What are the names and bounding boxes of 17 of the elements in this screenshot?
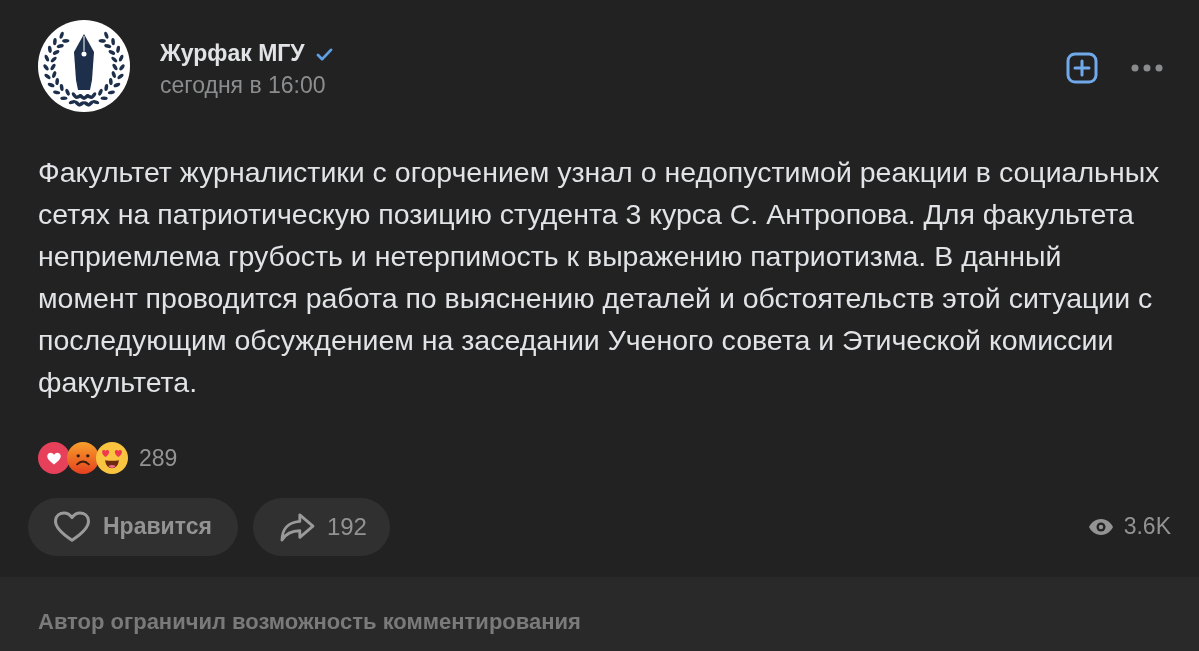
eye-icon: [1087, 517, 1114, 536]
more-dots-icon: [1131, 64, 1163, 72]
views-count: 3.6K: [1123, 512, 1171, 542]
share-button[interactable]: 192: [252, 497, 390, 556]
like-button[interactable]: Нравится: [28, 497, 238, 556]
post-text: Факультет журналистики с огорчением узнал о недопустимой реакции в социальных сетях на патриотическую позицию студента 3 курса С. Антропова. Для факультета неприемлема грубость и нетерпимость к выражению патриотизма. В данный момент проводится работа по выяснению деталей и обстоятельств этой ситуации с последующим обсуждением на заседании Ученого совета и Этической комиссии факультета.: [38, 155, 1161, 400]
comments-disabled-notice: Автор ограничил возможность комментирования: [38, 607, 581, 636]
author-name[interactable]: Журфак МГУ: [160, 38, 305, 68]
heart-emoji-icon: [38, 442, 70, 475]
plus-square-icon: [1066, 52, 1098, 84]
post-time[interactable]: сегодня в 16:00: [160, 71, 333, 99]
heart-eyes-emoji-icon: [96, 442, 128, 475]
heart-icon: [53, 510, 91, 543]
share-arrow-icon: [278, 511, 315, 542]
sad-face-emoji-icon: [67, 442, 99, 475]
reactions-count[interactable]: 289: [139, 441, 178, 476]
add-button[interactable]: [1065, 51, 1099, 85]
